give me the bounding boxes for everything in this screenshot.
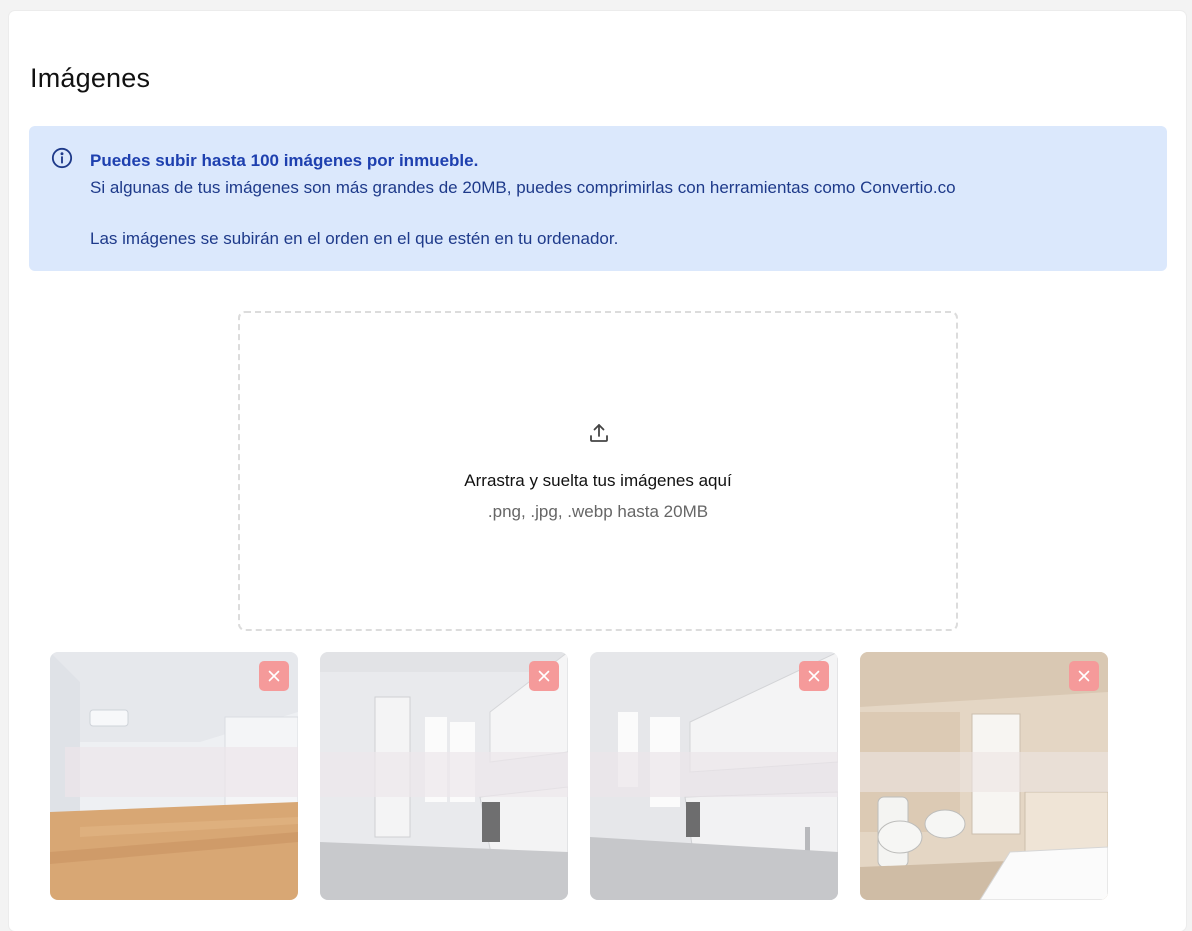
info-alert: Puedes subir hasta 100 imágenes por inmu…	[29, 126, 1167, 271]
close-icon	[808, 670, 820, 682]
info-icon	[51, 147, 73, 169]
remove-image-button[interactable]	[529, 661, 559, 691]
images-card: Imágenes Puedes subir hasta 100 imágenes…	[9, 11, 1186, 931]
dropzone-title: Arrastra y suelta tus imágenes aquí	[464, 471, 732, 490]
close-icon	[1078, 670, 1090, 682]
info-heading: Puedes subir hasta 100 imágenes por inmu…	[90, 151, 479, 170]
remove-image-button[interactable]	[799, 661, 829, 691]
remove-image-button[interactable]	[1069, 661, 1099, 691]
info-line-1: Si algunas de tus imágenes son más grand…	[90, 178, 956, 197]
image-thumbnail[interactable]	[50, 652, 298, 900]
image-thumbnail[interactable]	[320, 652, 568, 900]
image-dropzone[interactable]: Arrastra y suelta tus imágenes aquí .png…	[238, 311, 958, 631]
image-thumbnail[interactable]	[860, 652, 1108, 900]
info-text: Puedes subir hasta 100 imágenes por inmu…	[90, 149, 956, 254]
image-thumbnail[interactable]	[590, 652, 838, 900]
section-title: Imágenes	[30, 63, 151, 93]
remove-image-button[interactable]	[259, 661, 289, 691]
upload-icon	[590, 424, 608, 442]
info-line-2: Las imágenes se subirán en el orden en e…	[90, 229, 619, 248]
close-icon	[268, 670, 280, 682]
close-icon	[538, 670, 550, 682]
dropzone-subtitle: .png, .jpg, .webp hasta 20MB	[487, 502, 709, 521]
